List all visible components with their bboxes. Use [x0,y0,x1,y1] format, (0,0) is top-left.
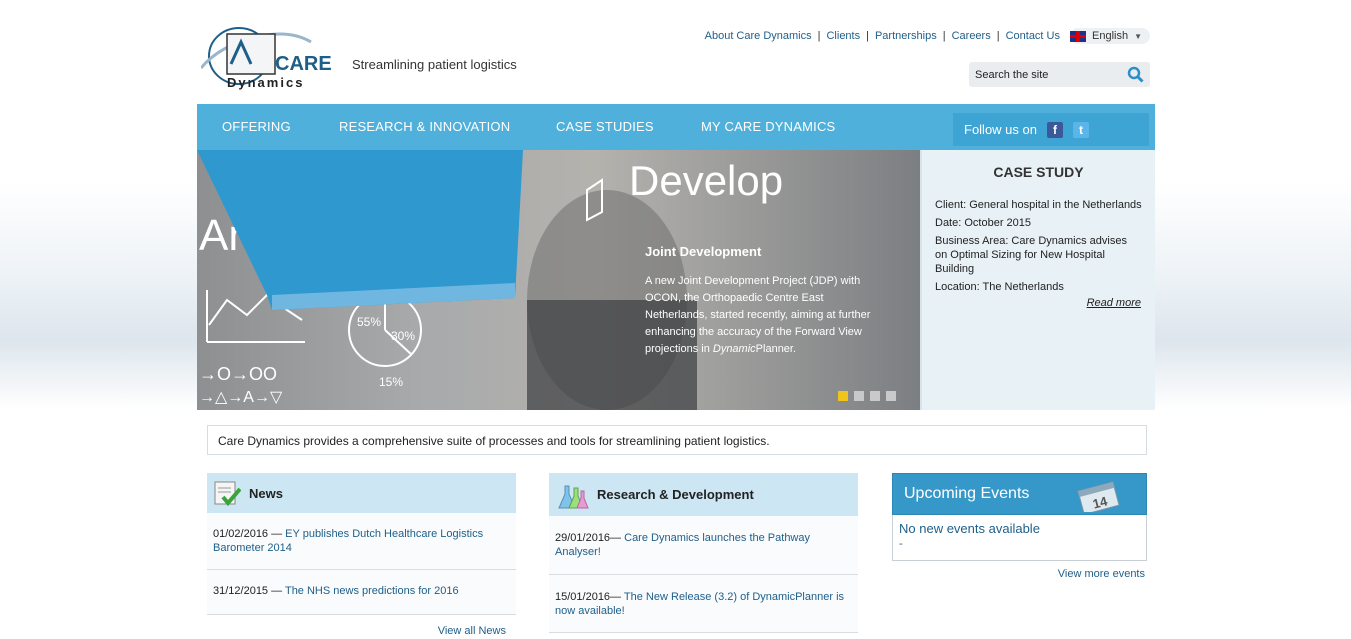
case-date: Date: October 2015 [935,217,1032,229]
slide-dot[interactable] [838,391,848,401]
banner-chart-label: 15% [379,375,403,389]
events-body: No new events available - [892,515,1147,561]
follow-us: Follow us on f t [953,113,1149,146]
tagline: Streamlining patient logistics [352,57,517,72]
svg-text:CARE: CARE [275,53,332,75]
events-heading: Upcoming Events [904,485,1030,502]
facebook-icon[interactable]: f [1046,121,1063,138]
events-header: Upcoming Events 14 [892,473,1147,515]
link-partnerships[interactable]: Partnerships [875,30,937,42]
follow-label: Follow us on [964,122,1037,137]
callout-panel [197,150,523,310]
slide-pager [838,391,896,401]
rnd-column: Research & Development 29/01/2016— Care … [549,473,858,633]
twitter-icon[interactable]: t [1072,121,1089,138]
events-more: View more events [892,568,1147,580]
events-column: Upcoming Events 14 No new events availab… [892,473,1147,580]
news-item: 31/12/2015 — The NHS news predictions fo… [207,570,516,615]
separator: | [817,30,821,42]
slide-title: Joint Development [645,244,762,259]
read-more-link[interactable]: Read more [1087,297,1141,309]
news-date: 31/12/2015 — [213,585,285,597]
search-input[interactable] [969,68,1119,81]
separator: | [942,30,946,42]
news-icon [214,481,241,507]
news-more: View all News [207,625,516,637]
nav-case-studies[interactable]: CASE STUDIES [556,119,654,134]
care-dynamics-logo[interactable]: CARE Dynamics [201,24,333,90]
banner-chart-label: 30% [391,329,415,343]
nav-research-innovation[interactable]: RESEARCH & INNOVATION [339,119,510,134]
nav-my-care-dynamics[interactable]: MY CARE DYNAMICS [701,119,835,134]
separator: | [996,30,1000,42]
news-column: News 01/02/2016 — EY publishes Dutch Hea… [207,473,516,637]
intro-text: Care Dynamics provides a comprehensive s… [207,425,1147,455]
search-icon[interactable] [1127,66,1144,83]
case-location: Location: The Netherlands [935,281,1064,293]
search-box [969,62,1150,87]
separator: | [866,30,869,42]
language-label: English [1092,30,1129,42]
news-date: 01/02/2016 — [213,528,286,540]
svg-text:→△→A→▽: →△→A→▽ [199,389,283,406]
events-dash: - [899,538,903,550]
link-clients[interactable]: Clients [826,30,860,42]
case-study-heading: CASE STUDY [993,164,1084,180]
flasks-icon [558,485,589,508]
news-heading: News [249,485,283,501]
rnd-date: 15/01/2016— [555,591,624,603]
banner-chart-label: 55% [357,315,381,329]
top-links: About Care Dynamics | Clients | Partners… [705,28,1150,44]
case-area: Business Area: Care Dynamics advises on … [935,235,1127,275]
slide-dot[interactable] [870,391,880,401]
nav-offering[interactable]: OFFERING [222,119,291,134]
svg-text:Dynamics: Dynamics [227,75,304,90]
uk-flag-icon [1070,30,1086,42]
slide-dot[interactable] [886,391,896,401]
svg-text:→O→OO: →O→OO [199,364,277,384]
slide-dot[interactable] [854,391,864,401]
main-nav: OFFERING RESEARCH & INNOVATION CASE STUD… [197,104,1155,150]
banner-word-develop: Develop [629,157,783,204]
case-client: Client: General hospital in the Netherla… [935,199,1142,211]
rnd-item: 15/01/2016— The New Release (3.2) of Dyn… [549,575,858,633]
slide-text: A new Joint Development Project (JDP) wi… [645,275,871,355]
rnd-date: 29/01/2016— [555,532,625,544]
view-all-news-link[interactable]: View all News [438,625,506,637]
link-contact[interactable]: Contact Us [1006,30,1060,42]
case-study-panel: CASE STUDY Client: General hospital in t… [920,150,1155,410]
caret-down-icon: ▼ [1134,31,1142,41]
news-link[interactable]: The NHS news predictions for 2016 [285,585,459,597]
calendar-icon: 14 [1077,481,1120,512]
rnd-header: Research & Development [549,473,858,516]
no-events-text: No new events available [899,521,1040,536]
hero-banner[interactable]: Analyze Develop 55% 30% 15% △→△△/ →O→OO … [197,150,920,410]
rnd-heading: Research & Development [597,487,754,502]
language-selector[interactable]: English ▼ [1070,28,1150,44]
news-item: 01/02/2016 — EY publishes Dutch Healthca… [207,513,516,570]
link-careers[interactable]: Careers [952,30,991,42]
link-about[interactable]: About Care Dynamics [705,30,812,42]
rnd-item: 29/01/2016— Care Dynamics launches the P… [549,516,858,575]
view-more-events-link[interactable]: View more events [1058,568,1145,580]
news-header: News [207,473,516,513]
